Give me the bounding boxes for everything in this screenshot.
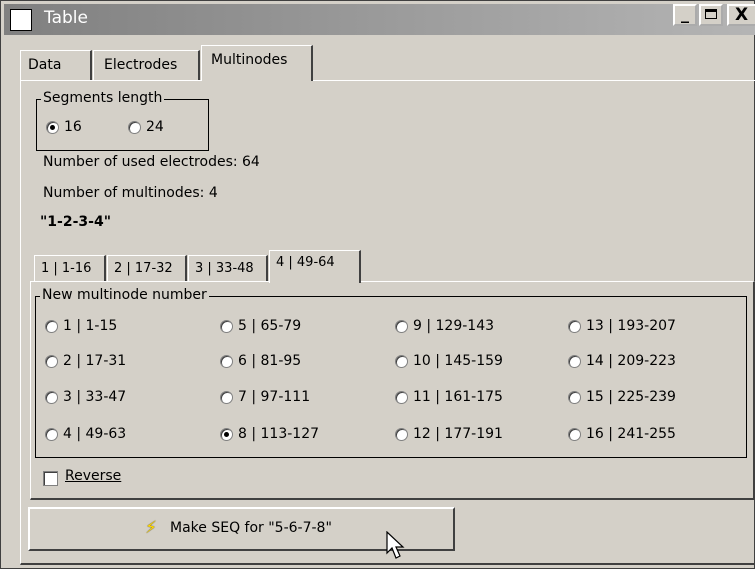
- radio-icon: [220, 319, 233, 333]
- multinode-radio-label: 14 | 209-223: [586, 353, 676, 369]
- radio-icon: [568, 354, 581, 368]
- multinode-radio-label: 1 | 1-15: [63, 318, 118, 334]
- multinode-radio-7[interactable]: 10 | 145-159: [395, 353, 503, 369]
- window-app-icon: [10, 9, 32, 31]
- radio-icon: [395, 319, 408, 333]
- multinode-radio-4[interactable]: 13 | 193-207: [568, 318, 676, 334]
- multinode-radio-label: 6 | 81-95: [238, 353, 302, 369]
- multinode-radio-13[interactable]: 4 | 49-63: [45, 426, 126, 442]
- close-button[interactable]: X: [727, 4, 755, 26]
- radio-icon: [45, 354, 58, 368]
- close-icon: X: [735, 5, 749, 25]
- multinode-radio-label: 10 | 145-159: [413, 353, 503, 369]
- multinode-radio-14[interactable]: 8 | 113-127: [220, 426, 319, 442]
- title-bar[interactable]: Table: [4, 4, 755, 35]
- multinode-radio-label: 11 | 161-175: [413, 389, 503, 405]
- radio-icon: [568, 390, 581, 404]
- radio-icon: [395, 427, 408, 441]
- used-electrodes-text: Number of used electrodes: 64: [43, 154, 260, 170]
- multinode-radio-label: 3 | 33-47: [63, 389, 127, 405]
- segment-24-radio[interactable]: 24: [128, 119, 164, 135]
- maximize-button[interactable]: [699, 4, 723, 26]
- subtab-4[interactable]: 4 | 49-64: [269, 250, 361, 283]
- multinode-radio-9[interactable]: 3 | 33-47: [45, 389, 126, 405]
- multinode-radio-label: 7 | 97-111: [238, 389, 311, 405]
- subtab-2-label: 2 | 17-32: [114, 261, 173, 276]
- subtab-3[interactable]: 3 | 33-48: [188, 255, 268, 282]
- minimize-icon: _: [681, 4, 689, 23]
- lightning-icon: ⚡: [145, 518, 157, 538]
- minimize-button[interactable]: _: [673, 4, 697, 26]
- radio-icon: [220, 390, 233, 404]
- subtab-1[interactable]: 1 | 1-16: [34, 255, 106, 282]
- multinode-radio-6[interactable]: 6 | 81-95: [220, 353, 301, 369]
- segment-16-radio[interactable]: 16: [46, 119, 82, 135]
- reverse-label: Reverse: [65, 468, 122, 484]
- maximize-icon: [705, 9, 717, 19]
- radio-selected-icon: [220, 427, 233, 441]
- subtab-4-label: 4 | 49-64: [276, 255, 335, 270]
- radio-selected-icon: [46, 120, 59, 134]
- new-multinode-legend: New multinode number: [40, 287, 209, 303]
- tab-multinodes-label: Multinodes: [211, 52, 288, 68]
- multinode-radio-label: 8 | 113-127: [238, 426, 320, 442]
- make-seq-label: Make SEQ for "5-6-7-8": [170, 520, 332, 536]
- multinodes-count-text: Number of multinodes: 4: [43, 185, 218, 201]
- multinode-radio-label: 9 | 129-143: [413, 318, 495, 334]
- radio-icon: [220, 354, 233, 368]
- radio-icon: [45, 390, 58, 404]
- window-title: Table: [44, 8, 88, 28]
- multinode-radio-2[interactable]: 5 | 65-79: [220, 318, 301, 334]
- tab-data-label: Data: [28, 57, 62, 73]
- radio-icon: [568, 427, 581, 441]
- multinode-radio-15[interactable]: 12 | 177-191: [395, 426, 503, 442]
- multinode-radio-11[interactable]: 11 | 161-175: [395, 389, 503, 405]
- segment-16-label: 16: [64, 119, 82, 135]
- sequence-text: "1-2-3-4": [40, 214, 111, 230]
- tab-electrodes[interactable]: Electrodes: [93, 50, 200, 80]
- multinode-radio-8[interactable]: 14 | 209-223: [568, 353, 676, 369]
- radio-icon: [395, 354, 408, 368]
- multinode-radio-12[interactable]: 15 | 225-239: [568, 389, 676, 405]
- multinode-radio-label: 13 | 193-207: [586, 318, 676, 334]
- multinode-radio-10[interactable]: 7 | 97-111: [220, 389, 310, 405]
- radio-icon: [45, 427, 58, 441]
- multinode-radio-16[interactable]: 16 | 241-255: [568, 426, 676, 442]
- subtab-1-label: 1 | 1-16: [41, 261, 92, 276]
- subtab-2[interactable]: 2 | 17-32: [107, 255, 187, 282]
- segment-24-label: 24: [146, 119, 164, 135]
- multinode-radio-label: 4 | 49-63: [63, 426, 127, 442]
- multinode-radio-label: 2 | 17-31: [63, 353, 127, 369]
- radio-icon: [128, 120, 141, 134]
- multinode-radio-label: 15 | 225-239: [586, 389, 676, 405]
- multinode-radio-label: 5 | 65-79: [238, 318, 302, 334]
- multinode-radio-1[interactable]: 1 | 1-15: [45, 318, 117, 334]
- radio-icon: [395, 390, 408, 404]
- multinode-radio-label: 16 | 241-255: [586, 426, 676, 442]
- segments-length-legend: Segments length: [41, 90, 165, 106]
- reverse-checkbox[interactable]: [43, 471, 58, 486]
- multinode-radio-3[interactable]: 9 | 129-143: [395, 318, 494, 334]
- subtab-3-label: 3 | 33-48: [195, 261, 254, 276]
- tab-electrodes-label: Electrodes: [104, 57, 178, 73]
- cursor-icon: [386, 531, 405, 559]
- radio-icon: [568, 319, 581, 333]
- tab-multinodes[interactable]: Multinodes: [201, 45, 313, 81]
- multinode-radio-5[interactable]: 2 | 17-31: [45, 353, 126, 369]
- multinode-radio-label: 12 | 177-191: [413, 426, 503, 442]
- tab-data[interactable]: Data: [20, 50, 92, 80]
- radio-icon: [45, 319, 58, 333]
